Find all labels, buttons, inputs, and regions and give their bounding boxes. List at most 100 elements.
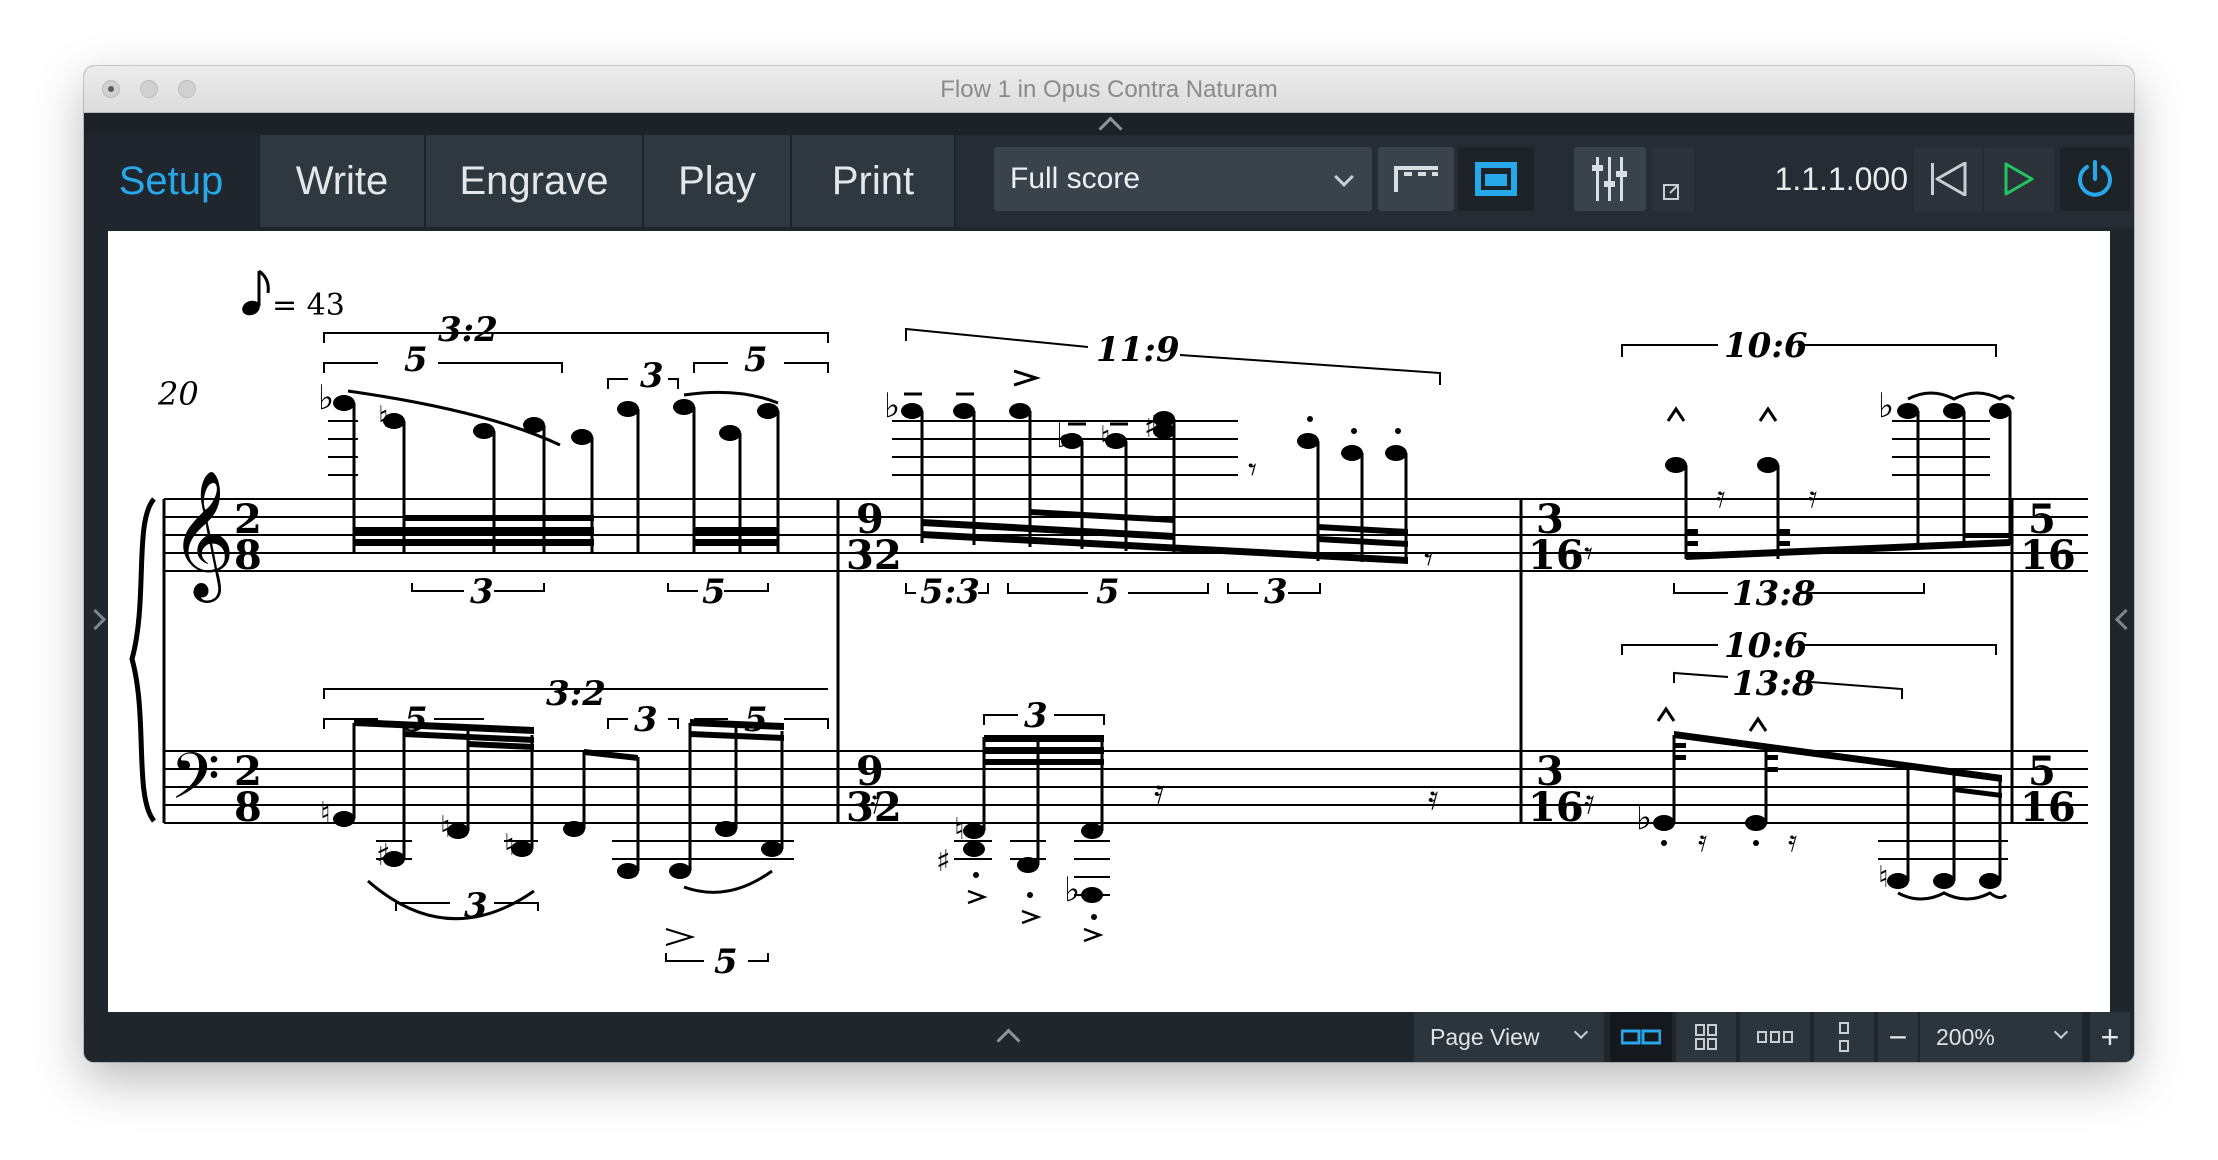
bass-staff — [164, 750, 2088, 824]
svg-text:16: 16 — [1528, 784, 1584, 831]
svg-text:♭: ♭ — [1636, 798, 1652, 838]
svg-text:32: 32 — [846, 532, 902, 579]
svg-text:8: 8 — [234, 784, 262, 831]
svg-text:5: 5 — [744, 340, 768, 380]
svg-text:♮: ♮ — [378, 400, 389, 435]
zoom-out-button[interactable]: − — [1878, 1012, 1918, 1062]
svg-text:5: 5 — [404, 340, 428, 380]
bass-measure-22: 𝄿 ♭ 𝄿 𝄿 ♮ 10:6 13:8 — [1584, 626, 2008, 901]
pages-horizontal-button[interactable] — [1740, 1012, 1810, 1062]
svg-text:♮: ♮ — [320, 796, 331, 831]
svg-text:13:8: 13:8 — [1732, 574, 1816, 614]
treble-clef: 𝄞 — [170, 469, 235, 603]
tab-print[interactable]: Print — [792, 135, 956, 227]
video-window-button[interactable] — [1652, 147, 1694, 211]
svg-text:8: 8 — [234, 532, 262, 579]
chevron-left-icon[interactable] — [2114, 608, 2134, 631]
zoom-in-button[interactable]: + — [2090, 1012, 2130, 1062]
galley-view-button[interactable] — [1378, 147, 1454, 211]
vertical-pages-icon — [1839, 1022, 1849, 1052]
svg-text:5: 5 — [744, 700, 768, 740]
position-counter: 1.1.1.000 — [1774, 160, 1908, 197]
power-icon — [2078, 160, 2112, 197]
activate-project-button[interactable] — [2060, 147, 2130, 211]
svg-text:10:6: 10:6 — [1724, 326, 1808, 366]
chevron-down-icon — [2053, 1024, 2069, 1040]
zoom-select[interactable]: 200% — [1920, 1012, 2082, 1062]
page-view-button[interactable] — [1458, 147, 1534, 211]
application-window: Flow 1 in Opus Contra Naturam Setup Writ… — [84, 66, 2134, 1062]
bass-measure-20: ♮ ♯ ♮ ♮ 3:2 5 3 5 3 5 — [320, 674, 829, 982]
play-icon — [2004, 162, 2034, 196]
chevron-up-icon[interactable] — [996, 1028, 1021, 1053]
svg-text:𝄿: 𝄿 — [870, 782, 880, 822]
svg-text:11:9: 11:9 — [1096, 330, 1180, 370]
svg-text:5: 5 — [404, 700, 428, 740]
svg-text:𝄿: 𝄿 — [1584, 782, 1594, 822]
svg-text:3: 3 — [464, 886, 488, 926]
svg-text:♭: ♭ — [318, 378, 334, 418]
svg-text:16: 16 — [1528, 532, 1584, 579]
svg-text:𝄿: 𝄿 — [1154, 772, 1164, 812]
svg-text:13:8: 13:8 — [1732, 664, 1816, 704]
spreads-horizontal-button[interactable] — [1610, 1012, 1672, 1062]
svg-text:♭: ♭ — [1878, 386, 1894, 426]
svg-text:𝄾: 𝄾 — [1248, 450, 1257, 490]
window-title: Flow 1 in Opus Contra Naturam — [940, 76, 1278, 103]
layout-select-label: Full score — [1010, 162, 1141, 195]
bass-measure-21: 𝄿 ♯ ♮ ♭ 𝄿 𝄿 3 — [870, 696, 1438, 943]
svg-text:♮: ♮ — [1878, 860, 1889, 895]
tempo-marking: = 43 — [242, 269, 345, 323]
score-page[interactable]: = 43 20 𝄞 𝄢 2 8 2 8 9 32 9 32 3 16 3 16 … — [108, 231, 2110, 1012]
zoom-label: 200% — [1936, 1023, 1995, 1050]
spreads-icon — [1621, 1029, 1661, 1045]
svg-text:5: 5 — [714, 942, 738, 982]
svg-text:3: 3 — [1264, 572, 1288, 612]
tab-play[interactable]: Play — [644, 135, 792, 227]
mixer-icon — [1592, 157, 1627, 201]
svg-text:𝄿: 𝄿 — [1808, 480, 1817, 515]
bar-number: 20 — [157, 375, 199, 413]
svg-text:𝄾: 𝄾 — [1424, 540, 1433, 580]
galley-view-icon — [1394, 166, 1438, 192]
hide-toolbar-strip[interactable] — [84, 113, 2134, 141]
svg-text:16: 16 — [2020, 532, 2076, 579]
play-button[interactable] — [1984, 147, 2054, 211]
svg-text:𝄿: 𝄿 — [1428, 778, 1438, 818]
svg-text:♯: ♯ — [936, 844, 951, 879]
view-mode-label: Page View — [1430, 1023, 1540, 1050]
svg-text:5:3: 5:3 — [920, 572, 980, 612]
detach-window-icon — [1663, 184, 1679, 200]
svg-text:10:6: 10:6 — [1724, 626, 1808, 666]
svg-text:3: 3 — [1024, 696, 1048, 736]
music-notation: = 43 20 𝄞 𝄢 2 8 2 8 9 32 9 32 3 16 3 16 … — [129, 269, 2088, 982]
mixer-button[interactable] — [1574, 147, 1646, 211]
svg-text:3: 3 — [640, 356, 664, 396]
horizontal-pages-icon — [1757, 1031, 1793, 1043]
tab-engrave[interactable]: Engrave — [426, 135, 644, 227]
layout-select[interactable]: Full score — [994, 147, 1372, 211]
svg-text:♭: ♭ — [884, 386, 900, 426]
svg-text:5: 5 — [1096, 572, 1120, 612]
toolbar: Setup Write Engrave Play Print Full scor… — [84, 135, 2134, 227]
svg-text:3:2: 3:2 — [438, 310, 498, 350]
svg-text:3:2: 3:2 — [546, 674, 606, 714]
rewind-button[interactable] — [1914, 147, 1982, 211]
chevron-down-icon — [1573, 1024, 1589, 1040]
pages-grid-button[interactable] — [1676, 1012, 1736, 1062]
treble-measure-21: ♭ ♭ ♮ ♯ — [884, 327, 1441, 612]
chevron-right-icon[interactable] — [84, 608, 107, 631]
page-view-icon — [1475, 162, 1517, 196]
tab-setup[interactable]: Setup — [84, 135, 260, 227]
tab-write[interactable]: Write — [260, 135, 426, 227]
tempo-text: = 43 — [272, 288, 345, 323]
title-bar: Flow 1 in Opus Contra Naturam — [84, 66, 2134, 113]
svg-text:𝄾: 𝄾 — [1584, 534, 1593, 574]
pages-vertical-button[interactable] — [1814, 1012, 1874, 1062]
grid-icon — [1695, 1024, 1717, 1050]
svg-text:𝄿: 𝄿 — [1716, 480, 1725, 515]
treble-measure-20: ♭ ♮ 3:2 5 3 5 3 5 — [318, 310, 829, 612]
svg-text:𝄿: 𝄿 — [1788, 824, 1797, 859]
svg-text:3: 3 — [634, 700, 658, 740]
view-mode-select[interactable]: Page View — [1414, 1012, 1604, 1062]
